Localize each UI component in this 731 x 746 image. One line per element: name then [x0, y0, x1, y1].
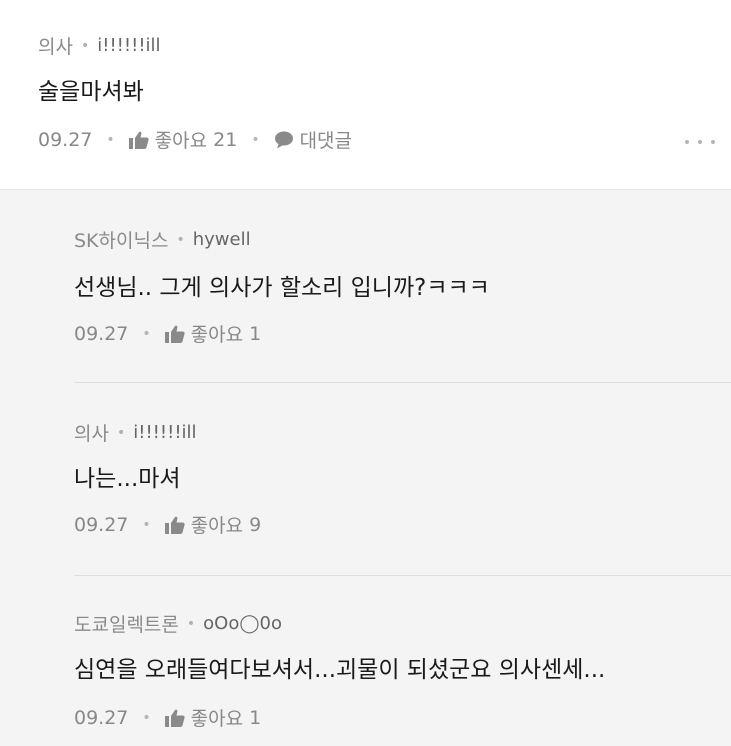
comment-footer: 09.27 • 좋아요 21 • 대댓글 — [38, 126, 352, 153]
author-company[interactable]: 도쿄일렉트론 — [74, 610, 179, 637]
meta-separator: • — [186, 615, 196, 632]
comment-text: 심연을 오래들여다보셔서...괴물이 되셨군요 의사센세... — [74, 657, 606, 683]
author-nickname[interactable]: i!!!!!!ill — [133, 422, 196, 443]
like-button[interactable]: 좋아요 9 — [164, 511, 262, 538]
comment-date: 09.27 — [38, 128, 93, 151]
like-button[interactable]: 좋아요 21 — [128, 126, 238, 153]
thumbs-up-icon — [164, 325, 185, 343]
speech-bubble-icon — [274, 131, 294, 149]
comment-date: 09.27 — [74, 322, 129, 345]
footer-separator: • — [142, 516, 151, 533]
author-company[interactable]: 의사 — [38, 32, 73, 59]
author-nickname[interactable]: i!!!!!!ill — [97, 35, 160, 56]
footer-separator: • — [251, 131, 260, 148]
author-nickname[interactable]: hywell — [193, 229, 251, 250]
comment-meta: 의사 • i!!!!!!ill — [38, 32, 161, 59]
more-dots-icon[interactable] — [685, 134, 715, 150]
like-count: 1 — [249, 706, 262, 729]
thumbs-up-icon — [128, 131, 149, 149]
comment-date: 09.27 — [74, 513, 129, 536]
comment-meta: 의사 • i!!!!!!ill — [74, 419, 197, 446]
comment-text: 선생님.. 그게 의사가 할소리 입니까?ㅋㅋㅋ — [74, 275, 490, 301]
author-nickname[interactable]: oOo◯0o — [203, 613, 282, 634]
reply-item: 도쿄일렉트론 • oOo◯0o 심연을 오래들여다보셔서...괴물이 되셨군요 … — [0, 576, 731, 746]
like-label: 좋아요 — [154, 130, 208, 152]
like-label: 좋아요 — [190, 708, 244, 730]
comment-footer: 09.27 • 좋아요 1 — [74, 704, 261, 731]
thumbs-up-icon — [164, 516, 185, 534]
footer-separator: • — [142, 325, 151, 342]
like-label: 좋아요 — [190, 324, 244, 346]
comment-meta: 도쿄일렉트론 • oOo◯0o — [74, 610, 282, 637]
reply-button[interactable]: 대댓글 — [274, 126, 352, 153]
like-button[interactable]: 좋아요 1 — [164, 704, 262, 731]
main-comment: 의사 • i!!!!!!ill 술을마셔봐 09.27 • 좋아요 21 • 대… — [0, 0, 731, 190]
like-count: 1 — [249, 322, 262, 345]
comment-footer: 09.27 • 좋아요 9 — [74, 511, 261, 538]
like-count: 21 — [213, 128, 238, 151]
comment-date: 09.27 — [74, 706, 129, 729]
meta-separator: • — [80, 37, 90, 54]
like-button[interactable]: 좋아요 1 — [164, 320, 262, 347]
reply-item: 의사 • i!!!!!!ill 나는...마셔 09.27 • 좋아요 9 — [0, 383, 731, 575]
comment-footer: 09.27 • 좋아요 1 — [74, 320, 261, 347]
comment-text: 술을마셔봐 — [38, 79, 144, 105]
reply-item: SK하이닉스 • hywell 선생님.. 그게 의사가 할소리 입니까?ㅋㅋㅋ… — [0, 190, 731, 382]
meta-separator: • — [176, 231, 185, 248]
reply-label: 대댓글 — [299, 130, 353, 152]
like-count: 9 — [249, 513, 262, 536]
like-label: 좋아요 — [190, 515, 244, 537]
footer-separator: • — [106, 131, 115, 148]
author-company[interactable]: 의사 — [74, 419, 109, 446]
footer-separator: • — [142, 709, 151, 726]
meta-separator: • — [116, 424, 126, 441]
author-company[interactable]: SK하이닉스 — [74, 226, 168, 253]
comment-text: 나는...마셔 — [74, 466, 181, 492]
comment-meta: SK하이닉스 • hywell — [74, 226, 251, 253]
thumbs-up-icon — [164, 709, 185, 727]
